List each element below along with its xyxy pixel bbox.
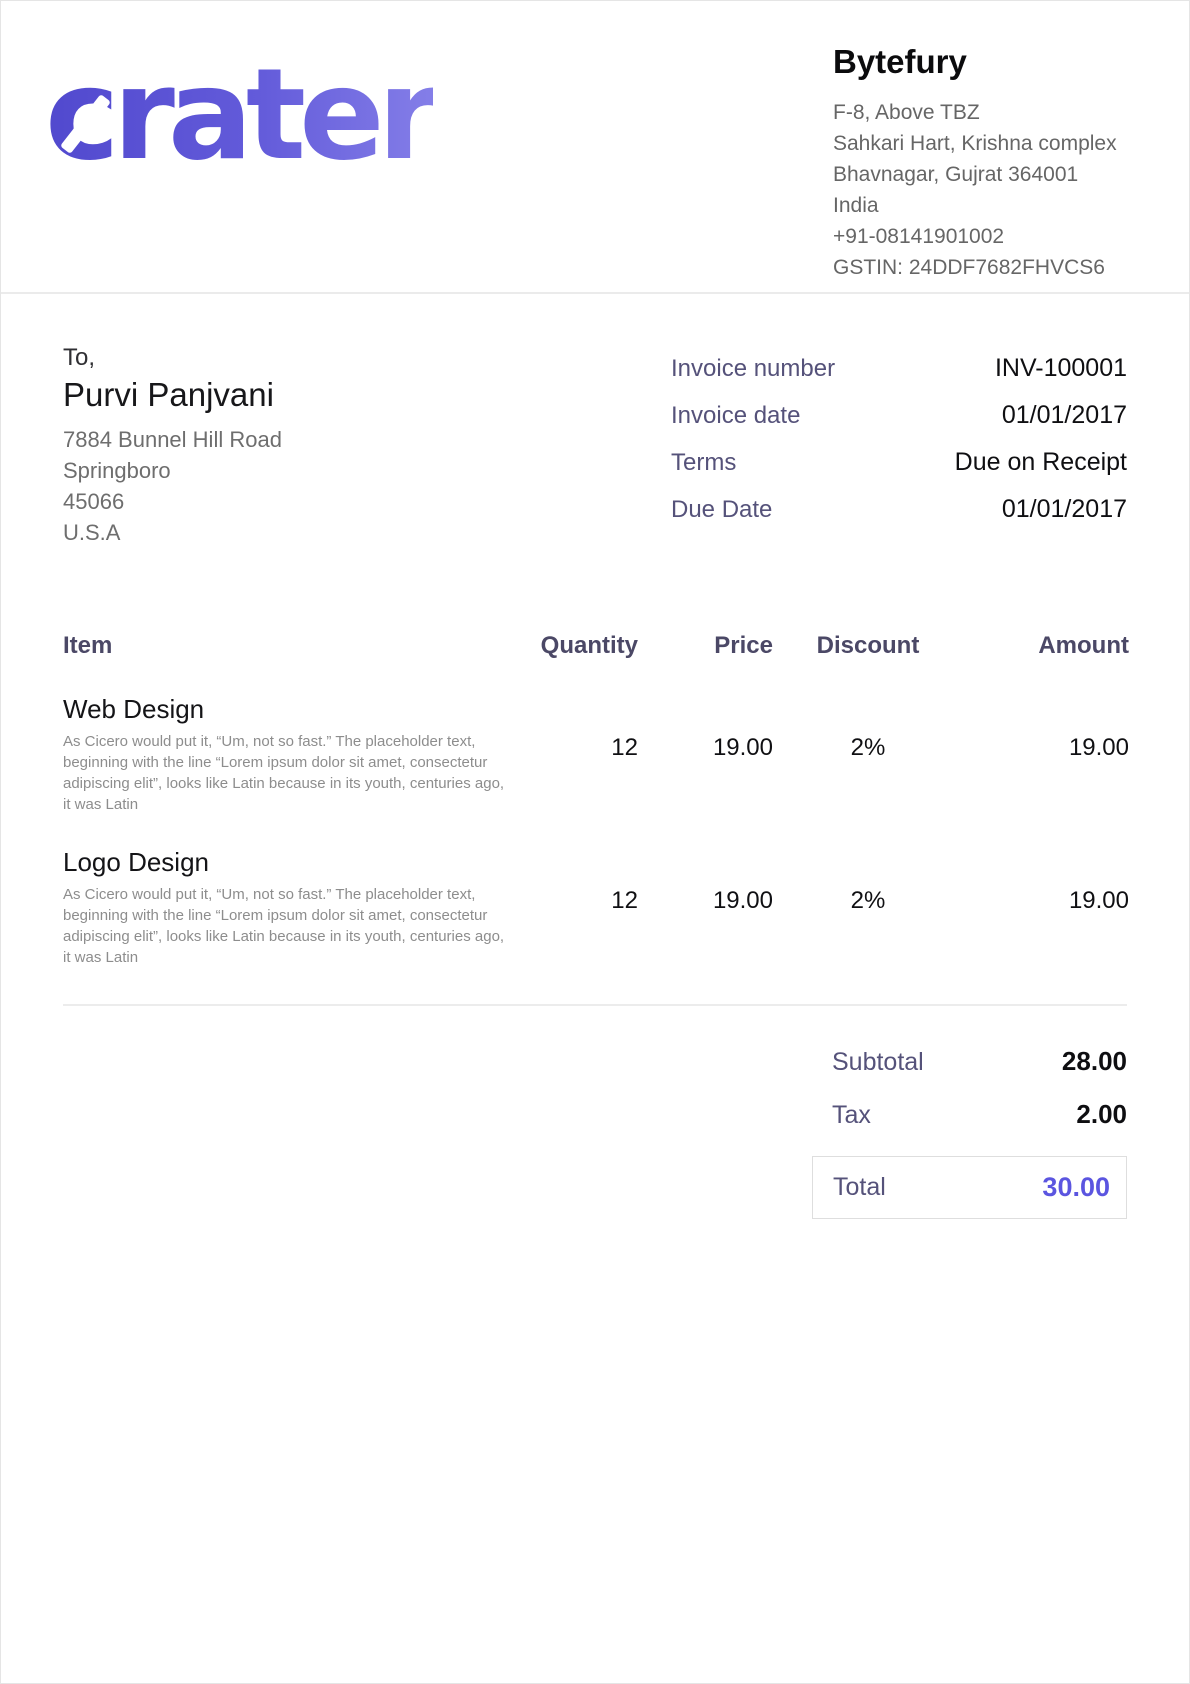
terms-value: Due on Receipt: [955, 448, 1127, 477]
invoice-date-value: 01/01/2017: [1002, 401, 1127, 430]
column-header-amount: Amount: [963, 632, 1129, 694]
total-label: Total: [833, 1173, 886, 1202]
invoice-header: crater Bytefury F-8, Above TBZ Sahkari H…: [1, 1, 1189, 294]
column-header-price: Price: [638, 632, 773, 694]
customer-name: Purvi Panjvani: [63, 376, 282, 414]
company-address-line: Sahkari Hart, Krishna complex: [833, 128, 1143, 159]
item-cell: Logo Design As Cicero would put it, “Um,…: [63, 847, 493, 1000]
customer-address-line: U.S.A: [63, 517, 282, 548]
company-address-line: F-8, Above TBZ: [833, 97, 1143, 128]
item-quantity: 12: [493, 847, 638, 1000]
terms-row: Terms Due on Receipt: [671, 448, 1127, 477]
due-date-value: 01/01/2017: [1002, 495, 1127, 524]
column-header-discount: Discount: [773, 632, 963, 694]
due-date-row: Due Date 01/01/2017: [671, 495, 1127, 524]
crater-logo-text: crater: [45, 43, 433, 188]
total-value: 30.00: [1042, 1172, 1110, 1203]
invoice-meta: Invoice number INV-100001 Invoice date 0…: [671, 354, 1127, 548]
invoice-date-row: Invoice date 01/01/2017: [671, 401, 1127, 430]
item-price: 19.00: [638, 694, 773, 847]
item-amount: 19.00: [963, 694, 1129, 847]
invoice-page: crater Bytefury F-8, Above TBZ Sahkari H…: [0, 0, 1190, 1684]
due-date-label: Due Date: [671, 496, 772, 524]
company-info: Bytefury F-8, Above TBZ Sahkari Hart, Kr…: [833, 43, 1143, 283]
billing-section: To, Purvi Panjvani 7884 Bunnel Hill Road…: [1, 344, 1189, 548]
item-discount: 2%: [773, 847, 963, 1000]
item-name: Logo Design: [63, 847, 493, 878]
invoice-number-label: Invoice number: [671, 355, 835, 383]
column-header-item: Item: [63, 632, 493, 694]
table-divider: [63, 1004, 1127, 1006]
company-name: Bytefury: [833, 43, 1143, 81]
item-quantity: 12: [493, 694, 638, 847]
tax-row: Tax 2.00: [812, 1099, 1127, 1130]
customer-address-line: Springboro: [63, 455, 282, 486]
total-box: Total 30.00: [812, 1156, 1127, 1219]
tax-label: Tax: [832, 1101, 871, 1130]
bill-to: To, Purvi Panjvani 7884 Bunnel Hill Road…: [63, 344, 282, 548]
item-description: As Cicero would put it, “Um, not so fast…: [63, 884, 515, 968]
item-discount: 2%: [773, 694, 963, 847]
tax-value: 2.00: [1076, 1099, 1127, 1130]
crater-logo: crater: [45, 43, 433, 188]
subtotal-value: 28.00: [1062, 1046, 1127, 1077]
totals-section: Subtotal 28.00 Tax 2.00 Total 30.00: [1, 1046, 1189, 1219]
company-gstin: GSTIN: 24DDF7682FHVCS6: [833, 252, 1143, 283]
invoice-number-row: Invoice number INV-100001: [671, 354, 1127, 383]
item-amount: 19.00: [963, 847, 1129, 1000]
item-name: Web Design: [63, 694, 493, 725]
subtotal-label: Subtotal: [832, 1048, 924, 1077]
invoice-date-label: Invoice date: [671, 402, 800, 430]
bill-to-label: To,: [63, 344, 282, 372]
customer-address-line: 45066: [63, 486, 282, 517]
item-price: 19.00: [638, 847, 773, 1000]
terms-label: Terms: [671, 449, 736, 477]
column-header-quantity: Quantity: [493, 632, 638, 694]
subtotal-row: Subtotal 28.00: [812, 1046, 1127, 1077]
company-address-line: India: [833, 190, 1143, 221]
company-address-line: Bhavnagar, Gujrat 364001: [833, 159, 1143, 190]
item-description: As Cicero would put it, “Um, not so fast…: [63, 731, 515, 815]
invoice-number-value: INV-100001: [995, 354, 1127, 383]
item-cell: Web Design As Cicero would put it, “Um, …: [63, 694, 493, 847]
items-table: Item Quantity Price Discount Amount Web …: [1, 632, 1189, 1006]
company-phone: +91-08141901002: [833, 221, 1143, 252]
customer-address-line: 7884 Bunnel Hill Road: [63, 424, 282, 455]
